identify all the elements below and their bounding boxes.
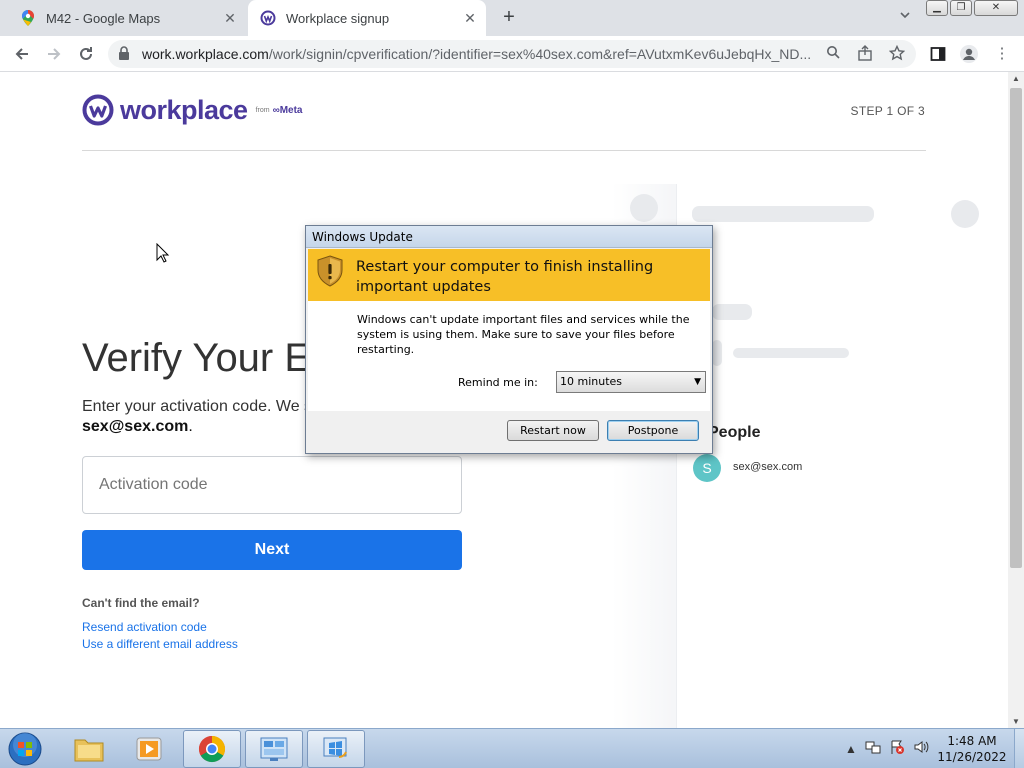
close-tab-icon[interactable]: ✕ bbox=[462, 10, 478, 26]
workplace-logo: workplace from ∞Meta bbox=[82, 94, 302, 126]
search-icon[interactable] bbox=[824, 45, 842, 63]
address-bar[interactable]: work.workplace.com/work/signin/cpverific… bbox=[108, 40, 916, 68]
taskbar-clock[interactable]: 1:48 AM 11/26/2022 bbox=[936, 733, 1008, 765]
skeleton-line bbox=[712, 304, 752, 320]
skeleton-line bbox=[712, 340, 722, 366]
scroll-down-arrow-icon[interactable]: ▼ bbox=[1012, 717, 1020, 726]
dialog-title: Windows Update bbox=[306, 226, 712, 248]
activation-code-input[interactable] bbox=[82, 456, 462, 514]
windows-taskbar: ▲ 1:48 AM 11/26/2022 bbox=[0, 728, 1024, 768]
warning-shield-icon bbox=[317, 255, 343, 287]
tab-google-maps[interactable]: M42 - Google Maps ✕ bbox=[8, 0, 246, 36]
windows-update-icon bbox=[323, 737, 347, 758]
clock-date: 11/26/2022 bbox=[937, 750, 1007, 764]
skeleton-circle bbox=[951, 200, 979, 228]
avatar-email: sex@sex.com bbox=[733, 461, 803, 473]
maximize-icon[interactable]: ❐ bbox=[950, 0, 972, 16]
kebab-menu-icon[interactable]: ⋮ bbox=[992, 44, 1012, 64]
email-address: sex@sex.com bbox=[82, 418, 189, 435]
banner-heading: Restart your computer to finish installi… bbox=[356, 259, 654, 295]
url-text[interactable]: work.workplace.com/work/signin/cpverific… bbox=[142, 46, 822, 62]
windows-update-dialog: Windows Update Restart your computer to … bbox=[305, 225, 713, 454]
dialog-body: Windows can't update important files and… bbox=[308, 301, 710, 411]
postpone-button[interactable]: Postpone bbox=[607, 420, 699, 441]
google-maps-icon bbox=[20, 10, 36, 26]
volume-icon[interactable] bbox=[913, 739, 929, 758]
tab-workplace-signup[interactable]: Workplace signup ✕ bbox=[248, 0, 486, 36]
network-icon[interactable] bbox=[865, 739, 881, 758]
mouse-cursor-icon bbox=[156, 243, 170, 263]
folder-icon bbox=[74, 739, 104, 762]
resend-code-link[interactable]: Resend activation code bbox=[82, 620, 207, 634]
logo-from-text: from bbox=[255, 106, 270, 114]
avatar: S bbox=[693, 454, 721, 482]
dropdown-arrow-icon[interactable]: ▼ bbox=[694, 372, 701, 392]
show-desktop-button[interactable] bbox=[1014, 729, 1024, 768]
tab-search-chevron-icon[interactable] bbox=[896, 8, 914, 26]
page-scrollbar[interactable]: ▲ ▼ bbox=[1008, 72, 1024, 728]
show-hidden-icons-icon[interactable]: ▲ bbox=[845, 742, 857, 756]
tab-title: M42 - Google Maps bbox=[46, 10, 161, 26]
new-tab-icon[interactable]: + bbox=[498, 6, 520, 28]
restart-now-button[interactable]: Restart now bbox=[507, 420, 599, 441]
scroll-thumb[interactable] bbox=[1010, 88, 1022, 568]
different-email-link[interactable]: Use a different email address bbox=[82, 637, 238, 651]
browser-toolbar: work.workplace.com/work/signin/cpverific… bbox=[0, 36, 1024, 72]
minimize-icon[interactable]: ▁ bbox=[926, 0, 948, 16]
profile-avatar-icon[interactable] bbox=[959, 44, 979, 64]
action-center-flag-icon[interactable] bbox=[889, 739, 905, 758]
header-divider bbox=[82, 150, 926, 151]
remind-select-value: 10 minutes bbox=[560, 375, 623, 388]
clock-time: 1:48 AM bbox=[947, 734, 997, 748]
control-panel-icon bbox=[260, 737, 288, 761]
bookmark-star-icon[interactable] bbox=[888, 44, 906, 63]
forward-arrow-icon[interactable] bbox=[42, 42, 66, 66]
close-tab-icon[interactable]: ✕ bbox=[222, 10, 238, 26]
window-controls: ▁ ❐ ✕ bbox=[926, 0, 1018, 18]
chrome-icon bbox=[198, 735, 226, 763]
taskbar-control-panel[interactable] bbox=[245, 730, 303, 768]
step-indicator: STEP 1 OF 3 bbox=[850, 104, 925, 118]
workplace-logo-mark-icon bbox=[82, 94, 114, 126]
dialog-banner: Restart your computer to finish installi… bbox=[308, 249, 710, 301]
workplace-icon bbox=[260, 10, 276, 26]
cant-find-email-text: Can't find the email? bbox=[82, 596, 200, 610]
dialog-message: Windows can't update important files and… bbox=[357, 313, 690, 356]
start-orb-icon[interactable] bbox=[6, 731, 44, 767]
email-line: sex@sex.com. bbox=[82, 418, 193, 435]
scroll-up-arrow-icon[interactable]: ▲ bbox=[1012, 74, 1020, 83]
system-tray: ▲ bbox=[845, 739, 929, 758]
taskbar-media-player[interactable] bbox=[120, 730, 178, 768]
remind-label: Remind me in: bbox=[458, 376, 538, 389]
meta-logo: ∞Meta bbox=[272, 104, 303, 116]
side-panel-icon[interactable] bbox=[928, 44, 948, 64]
illustration-card bbox=[676, 184, 992, 728]
reload-icon[interactable] bbox=[74, 42, 98, 66]
taskbar-windows-update[interactable] bbox=[307, 730, 365, 768]
logo-wordmark: workplace bbox=[120, 94, 248, 125]
remind-interval-select[interactable]: 10 minutes ▼ bbox=[556, 371, 706, 393]
skeleton-line bbox=[733, 348, 849, 358]
share-icon[interactable] bbox=[856, 45, 874, 63]
lock-icon[interactable] bbox=[118, 46, 132, 62]
media-player-icon bbox=[136, 737, 162, 761]
skeleton-line bbox=[692, 206, 874, 222]
taskbar-chrome[interactable] bbox=[183, 730, 241, 768]
next-button[interactable]: Next bbox=[82, 530, 462, 570]
people-heading: People bbox=[708, 424, 761, 441]
tab-title: Workplace signup bbox=[286, 10, 390, 26]
back-arrow-icon[interactable] bbox=[10, 42, 34, 66]
tab-strip: M42 - Google Maps ✕ Workplace signup ✕ +… bbox=[0, 0, 1024, 36]
illustration-circle bbox=[630, 194, 658, 222]
close-window-icon[interactable]: ✕ bbox=[974, 0, 1018, 16]
taskbar-explorer[interactable] bbox=[60, 730, 118, 768]
